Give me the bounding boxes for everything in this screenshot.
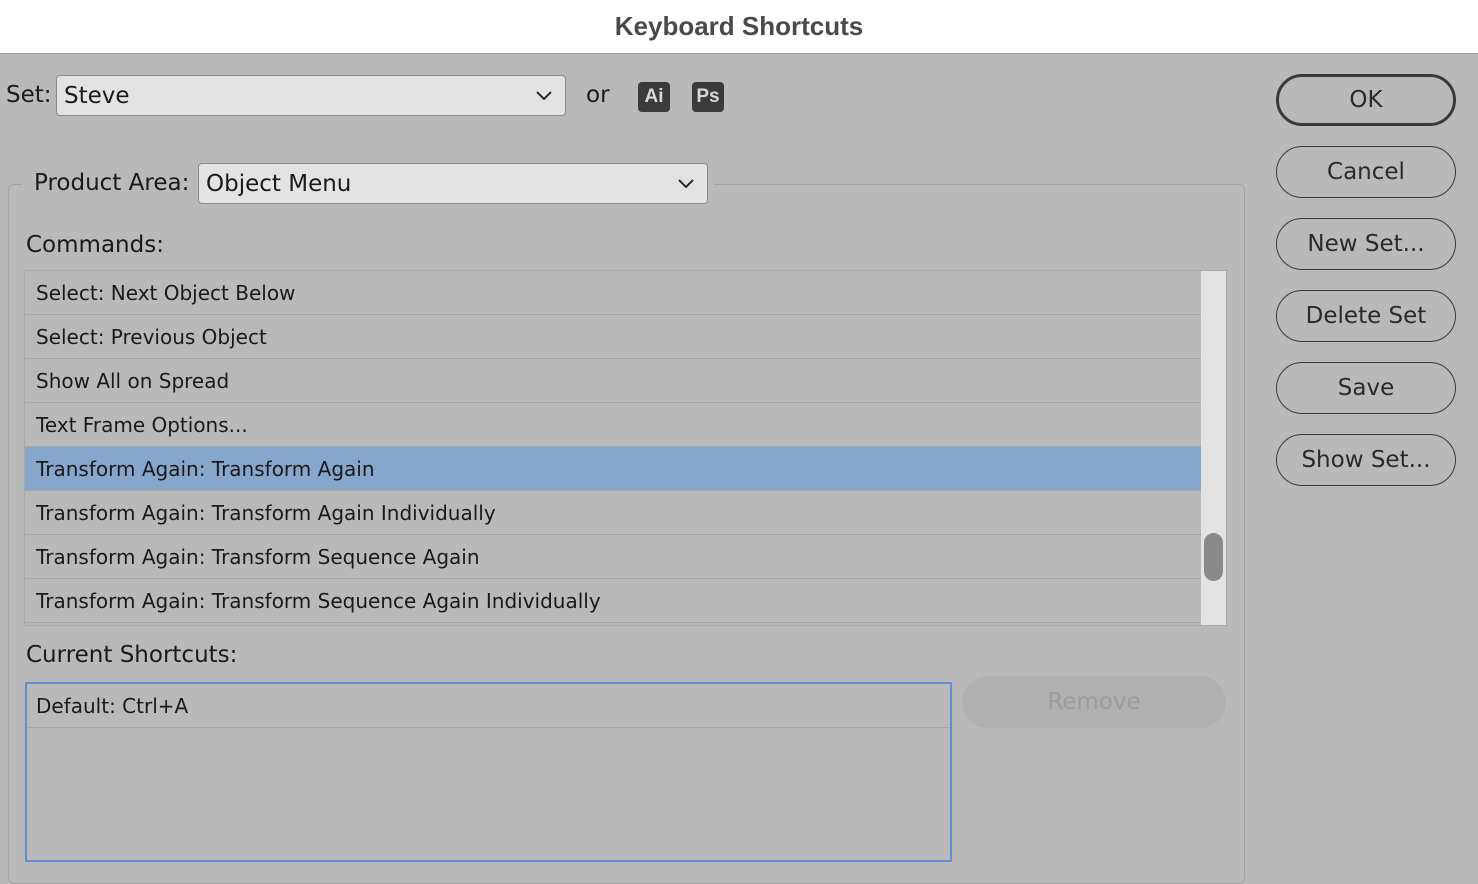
commands-list[interactable]: Select: Next Object Below Select: Previo… [24, 270, 1227, 626]
command-item-label: Transform Again: Transform Again Individ… [36, 500, 496, 525]
command-item[interactable]: Text Frame Options... [25, 403, 1202, 447]
command-item[interactable]: Transform Again: Transform Sequence Agai… [25, 579, 1202, 623]
command-item-label: Transform Again: Transform Sequence Agai… [36, 544, 480, 569]
product-area-label: Product Area: [34, 170, 190, 196]
command-item[interactable]: Show All on Spread [25, 359, 1202, 403]
product-area-dropdown-value: Object Menu [206, 170, 352, 197]
show-set-button[interactable]: Show Set... [1276, 434, 1456, 486]
title-bar: Keyboard Shortcuts [0, 0, 1478, 54]
command-item-label: Select: Previous Object [36, 324, 267, 349]
command-item-label: Select: Next Object Below [36, 280, 296, 305]
shortcut-item[interactable]: Default: Ctrl+A [27, 684, 950, 728]
command-item-label: Transform Again: Transform Again [36, 456, 375, 481]
remove-button[interactable]: Remove [962, 676, 1226, 728]
command-item[interactable]: Transform Again: Transform Again Individ… [25, 491, 1202, 535]
illustrator-badge-icon[interactable]: Ai [638, 82, 670, 112]
current-shortcuts-label: Current Shortcuts: [26, 642, 238, 668]
set-dropdown-value: Steve [64, 82, 130, 109]
chevron-down-icon [536, 90, 552, 100]
set-dropdown[interactable]: Steve [56, 75, 566, 116]
new-set-button[interactable]: New Set... [1276, 218, 1456, 270]
commands-scrollbar-thumb[interactable] [1204, 533, 1223, 581]
command-item[interactable]: Transform Again: Transform Sequence Agai… [25, 535, 1202, 579]
command-item[interactable]: Select: Previous Object [25, 315, 1202, 359]
set-label: Set: [6, 82, 52, 108]
current-shortcuts-list[interactable]: Default: Ctrl+A [25, 682, 952, 862]
photoshop-badge-icon[interactable]: Ps [692, 82, 724, 112]
window-title: Keyboard Shortcuts [614, 11, 864, 41]
or-label: or [586, 82, 610, 108]
chevron-down-icon [678, 178, 694, 188]
command-item-selected[interactable]: Transform Again: Transform Again [25, 447, 1202, 491]
command-item[interactable]: Select: Next Object Below [25, 271, 1202, 315]
cancel-button[interactable]: Cancel [1276, 146, 1456, 198]
product-area-dropdown[interactable]: Object Menu [198, 163, 708, 204]
command-item-label: Show All on Spread [36, 368, 230, 393]
command-item-label: Text Frame Options... [36, 412, 248, 437]
command-item-label: Transform Again: Transform Sequence Agai… [36, 588, 601, 613]
ok-button[interactable]: OK [1276, 74, 1456, 126]
save-button[interactable]: Save [1276, 362, 1456, 414]
commands-label: Commands: [26, 232, 164, 258]
delete-set-button[interactable]: Delete Set [1276, 290, 1456, 342]
shortcut-item-label: Default: Ctrl+A [36, 693, 189, 718]
